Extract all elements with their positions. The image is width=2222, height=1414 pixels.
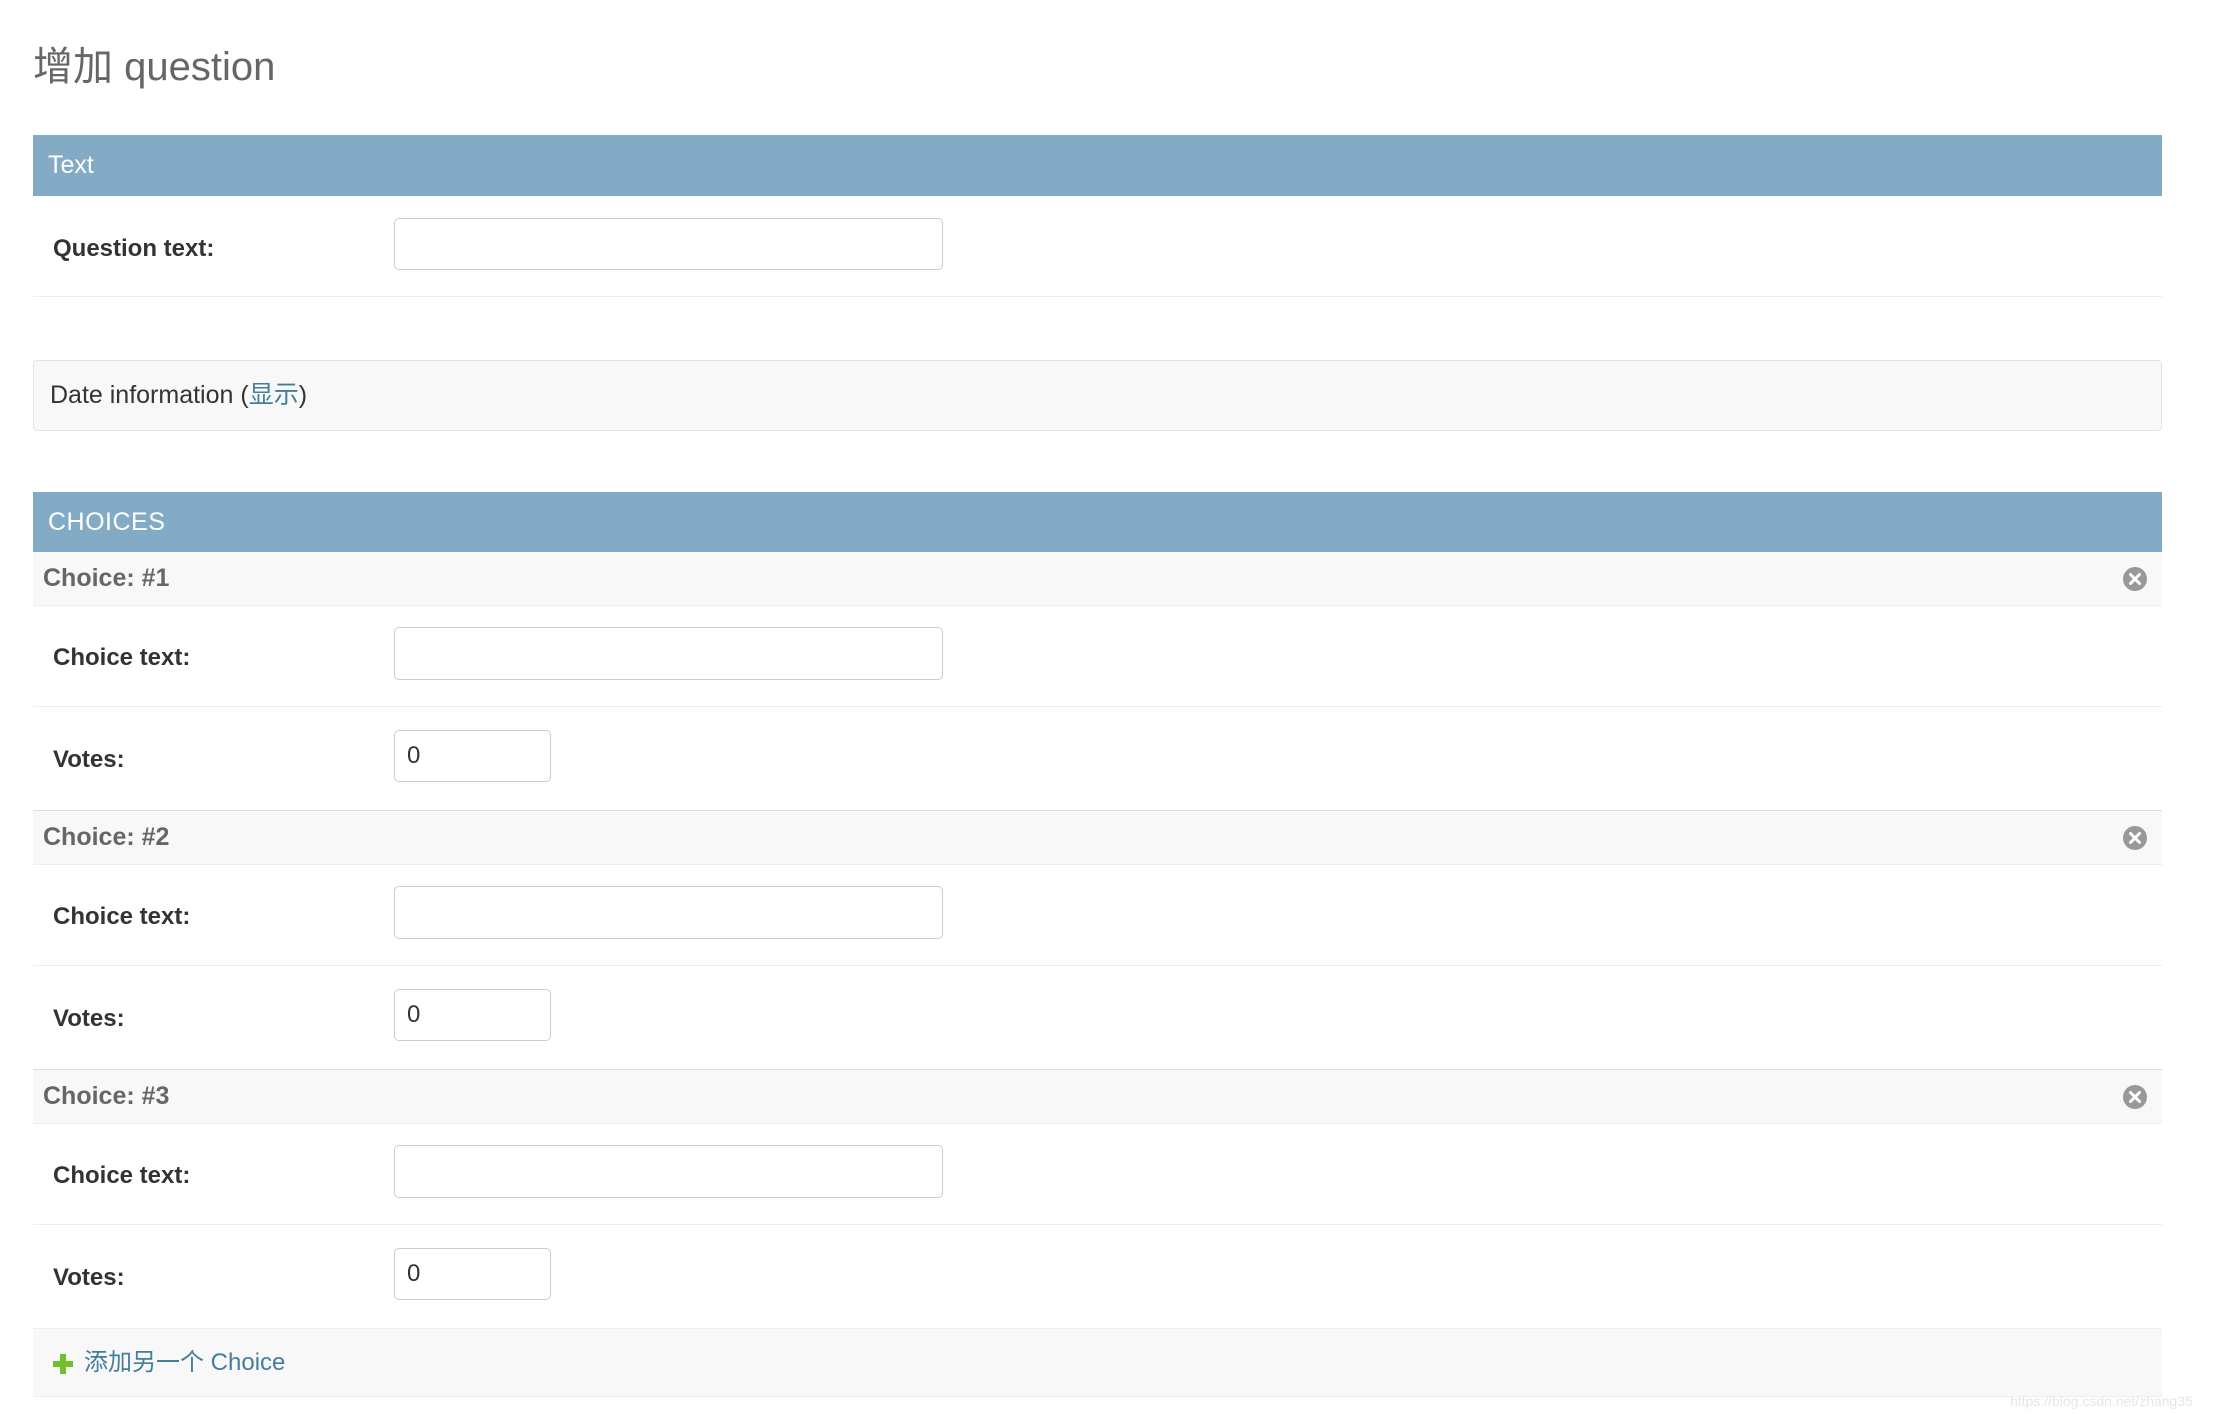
remove-circle-icon[interactable] bbox=[2122, 1084, 2148, 1110]
add-another-row: 添加另一个 Choice bbox=[33, 1329, 2162, 1397]
votes-row: Votes: bbox=[33, 966, 2162, 1070]
text-fieldset-header: Text bbox=[33, 135, 2162, 196]
page-title: 增加 question bbox=[33, 45, 276, 89]
choice-text-label: Choice text: bbox=[53, 903, 191, 930]
choice-inline-item: Choice: #1 Choice text: Votes: bbox=[33, 552, 2162, 811]
question-text-label: Question text: bbox=[53, 235, 215, 262]
votes-label: Votes: bbox=[53, 1005, 125, 1032]
choice-text-input[interactable] bbox=[394, 627, 943, 680]
choice-text-row: Choice text: bbox=[33, 606, 2162, 707]
date-toggle-close-paren: ) bbox=[298, 381, 308, 409]
choice-text-row: Choice text: bbox=[33, 865, 2162, 966]
votes-input[interactable] bbox=[394, 730, 551, 782]
watermark: https://blog.csdn.net/zhang35 bbox=[2010, 1393, 2193, 1409]
question-text-input[interactable] bbox=[394, 218, 943, 270]
choice-text-row: Choice text: bbox=[33, 1124, 2162, 1225]
choice-inline-header: Choice: #1 bbox=[33, 552, 2162, 606]
votes-label: Votes: bbox=[53, 1264, 125, 1291]
date-information-label: Date information bbox=[50, 381, 234, 409]
plus-icon[interactable] bbox=[52, 1353, 74, 1375]
choice-inline-title: Choice: #1 bbox=[43, 564, 170, 592]
votes-input[interactable] bbox=[394, 989, 551, 1041]
date-information-fieldset: Date information (显示) bbox=[33, 360, 2162, 431]
choice-inline-header: Choice: #2 bbox=[33, 811, 2162, 865]
question-text-row: Question text: bbox=[33, 196, 2162, 297]
choice-text-input[interactable] bbox=[394, 1145, 943, 1198]
date-toggle-open-paren: ( bbox=[233, 381, 249, 409]
choice-inline-title: Choice: #3 bbox=[43, 1082, 170, 1110]
choice-text-input[interactable] bbox=[394, 886, 943, 939]
choice-inline-item: Choice: #3 Choice text: Votes: bbox=[33, 1070, 2162, 1329]
remove-circle-icon[interactable] bbox=[2122, 825, 2148, 851]
choices-inline-group: CHOICES Choice: #1 Choice text: Votes: 0… bbox=[33, 492, 2162, 1397]
choice-text-label: Choice text: bbox=[53, 644, 191, 671]
choices-header: CHOICES bbox=[33, 492, 2162, 552]
votes-row: Votes: bbox=[33, 707, 2162, 811]
remove-circle-icon[interactable] bbox=[2122, 566, 2148, 592]
votes-input[interactable] bbox=[394, 1248, 551, 1300]
choice-text-label: Choice text: bbox=[53, 1162, 191, 1189]
text-fieldset: Text Question text: bbox=[33, 135, 2162, 297]
main-content: 增加 question Text Question text: Date inf… bbox=[33, 38, 2162, 1397]
choice-inline-header: Choice: #3 bbox=[33, 1070, 2162, 1124]
choice-inline-title: Choice: #2 bbox=[43, 823, 170, 851]
votes-row: Votes: bbox=[33, 1225, 2162, 1329]
add-another-choice-link[interactable]: 添加另一个 Choice bbox=[84, 1329, 285, 1396]
date-information-show-link[interactable]: 显示 bbox=[249, 381, 299, 409]
votes-label: Votes: bbox=[53, 746, 125, 773]
choice-inline-item: Choice: #2 Choice text: Votes: bbox=[33, 811, 2162, 1070]
